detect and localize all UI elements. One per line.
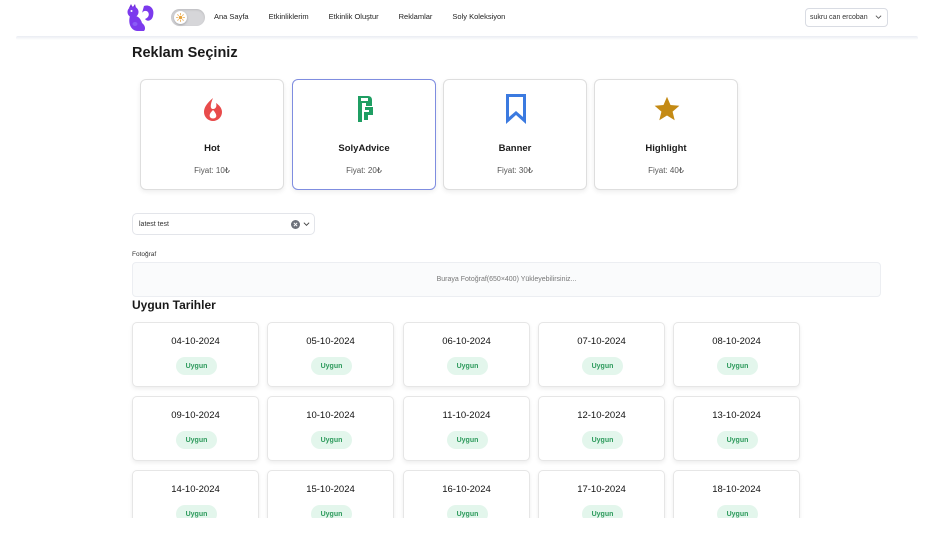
date-card[interactable]: 04-10-2024 Uygun (132, 322, 259, 387)
date-text: 15-10-2024 (306, 484, 355, 495)
status-badge: Uygun (447, 431, 488, 449)
date-grid: 04-10-2024 Uygun 05-10-2024 Uygun 06-10-… (0, 0, 933, 518)
date-text: 07-10-2024 (577, 336, 626, 347)
status-badge: Uygun (582, 357, 623, 375)
status-badge: Uygun (717, 357, 758, 375)
date-text: 05-10-2024 (306, 336, 355, 347)
date-card[interactable]: 07-10-2024 Uygun (538, 322, 665, 387)
date-card[interactable]: 17-10-2024 Uygun (538, 470, 665, 518)
date-card[interactable]: 12-10-2024 Uygun (538, 396, 665, 461)
date-card[interactable]: 18-10-2024 Uygun (673, 470, 800, 518)
date-card[interactable]: 05-10-2024 Uygun (267, 322, 394, 387)
date-text: 12-10-2024 (577, 410, 626, 421)
date-text: 17-10-2024 (577, 484, 626, 495)
date-text: 04-10-2024 (171, 336, 220, 347)
date-text: 14-10-2024 (171, 484, 220, 495)
date-card[interactable]: 10-10-2024 Uygun (267, 396, 394, 461)
date-text: 08-10-2024 (712, 336, 761, 347)
date-card[interactable]: 15-10-2024 Uygun (267, 470, 394, 518)
status-badge: Uygun (717, 505, 758, 518)
date-card[interactable]: 16-10-2024 Uygun (403, 470, 530, 518)
date-text: 16-10-2024 (442, 484, 491, 495)
status-badge: Uygun (582, 431, 623, 449)
status-badge: Uygun (176, 357, 217, 375)
date-card[interactable]: 11-10-2024 Uygun (403, 396, 530, 461)
status-badge: Uygun (176, 505, 217, 518)
status-badge: Uygun (582, 505, 623, 518)
date-card[interactable]: 14-10-2024 Uygun (132, 470, 259, 518)
status-badge: Uygun (311, 431, 352, 449)
date-card[interactable]: 08-10-2024 Uygun (673, 322, 800, 387)
date-text: 11-10-2024 (442, 410, 491, 421)
status-badge: Uygun (717, 431, 758, 449)
date-card[interactable]: 09-10-2024 Uygun (132, 396, 259, 461)
status-badge: Uygun (311, 357, 352, 375)
date-text: 10-10-2024 (306, 410, 355, 421)
status-badge: Uygun (447, 505, 488, 518)
date-text: 18-10-2024 (712, 484, 761, 495)
date-card[interactable]: 06-10-2024 Uygun (403, 322, 530, 387)
date-text: 13-10-2024 (712, 410, 761, 421)
date-card[interactable]: 13-10-2024 Uygun (673, 396, 800, 461)
date-text: 06-10-2024 (442, 336, 491, 347)
status-badge: Uygun (176, 431, 217, 449)
date-text: 09-10-2024 (171, 410, 220, 421)
status-badge: Uygun (447, 357, 488, 375)
status-badge: Uygun (311, 505, 352, 518)
